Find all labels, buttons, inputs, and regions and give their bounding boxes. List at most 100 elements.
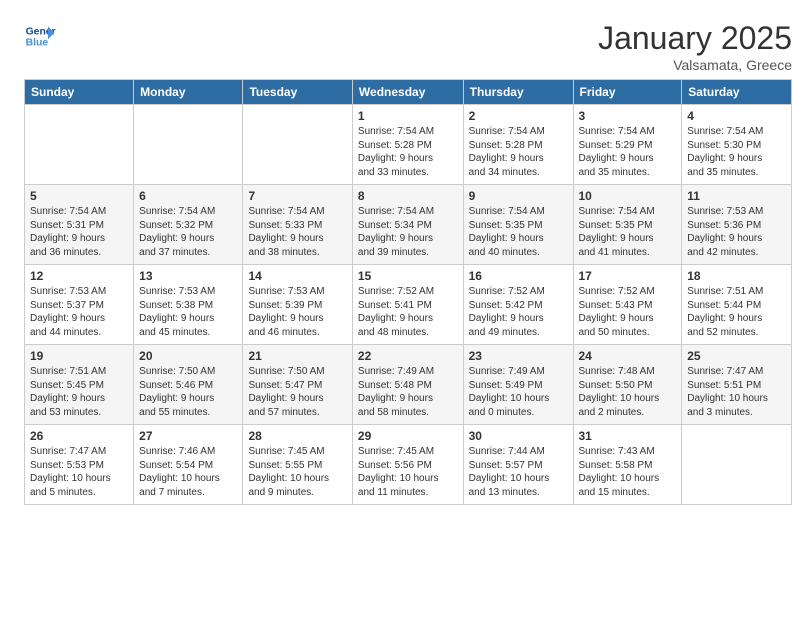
day-info: Sunrise: 7:52 AM Sunset: 5:42 PM Dayligh… bbox=[469, 285, 568, 339]
day-number: 27 bbox=[139, 429, 237, 443]
day-info: Sunrise: 7:54 AM Sunset: 5:35 PM Dayligh… bbox=[579, 205, 677, 259]
day-cell: 29 Sunrise: 7:45 AM Sunset: 5:56 PM Dayli… bbox=[352, 425, 463, 505]
day-cell: 28 Sunrise: 7:45 AM Sunset: 5:55 PM Dayli… bbox=[243, 425, 352, 505]
day-number: 18 bbox=[687, 269, 786, 283]
day-number: 29 bbox=[358, 429, 458, 443]
day-number: 7 bbox=[248, 189, 346, 203]
day-info: Sunrise: 7:49 AM Sunset: 5:49 PM Dayligh… bbox=[469, 365, 568, 419]
day-cell: 22Sunrise: 7:49 AM Sunset: 5:48 PM Dayli… bbox=[352, 345, 463, 425]
day-info: Sunrise: 7:45 AM Sunset: 5:55 PM Dayligh… bbox=[248, 445, 346, 499]
month-title: January 2025 bbox=[598, 20, 792, 57]
week-row-4: 19 Sunrise: 7:51 AM Sunset: 5:45 PM Dayli… bbox=[25, 345, 792, 425]
weekday-monday: Monday bbox=[134, 80, 243, 105]
day-cell: 26Sunrise: 7:47 AM Sunset: 5:53 PM Dayli… bbox=[25, 425, 134, 505]
weekday-wednesday: Wednesday bbox=[352, 80, 463, 105]
day-number: 23 bbox=[469, 349, 568, 363]
week-row-3: 12 Sunrise: 7:53 AM Sunset: 5:37 PM Dayli… bbox=[25, 265, 792, 345]
day-number: 28 bbox=[248, 429, 346, 443]
day-number: 1 bbox=[358, 109, 458, 123]
day-cell: 7 Sunrise: 7:54 AM Sunset: 5:33 PM Daylig… bbox=[243, 185, 352, 265]
day-number: 31 bbox=[579, 429, 677, 443]
day-info: Sunrise: 7:54 AM Sunset: 5:30 PM Dayligh… bbox=[687, 125, 786, 179]
week-row-5: 26Sunrise: 7:47 AM Sunset: 5:53 PM Dayli… bbox=[25, 425, 792, 505]
day-info: Sunrise: 7:52 AM Sunset: 5:43 PM Dayligh… bbox=[579, 285, 677, 339]
day-info: Sunrise: 7:53 AM Sunset: 5:37 PM Dayligh… bbox=[30, 285, 128, 339]
day-cell: 24Sunrise: 7:48 AM Sunset: 5:50 PM Dayli… bbox=[573, 345, 682, 425]
logo: General Blue bbox=[24, 20, 56, 52]
day-number: 20 bbox=[139, 349, 237, 363]
day-number: 9 bbox=[469, 189, 568, 203]
day-info: Sunrise: 7:52 AM Sunset: 5:41 PM Dayligh… bbox=[358, 285, 458, 339]
weekday-thursday: Thursday bbox=[463, 80, 573, 105]
day-info: Sunrise: 7:51 AM Sunset: 5:44 PM Dayligh… bbox=[687, 285, 786, 339]
page: General Blue January 2025 Valsamata, Gre… bbox=[12, 10, 792, 622]
day-number: 11 bbox=[687, 189, 786, 203]
day-cell: 1 Sunrise: 7:54 AM Sunset: 5:28 PM Daylig… bbox=[352, 105, 463, 185]
day-cell: 31 Sunrise: 7:43 AM Sunset: 5:58 PM Dayli… bbox=[573, 425, 682, 505]
day-number: 5 bbox=[30, 189, 128, 203]
day-info: Sunrise: 7:54 AM Sunset: 5:28 PM Dayligh… bbox=[469, 125, 568, 179]
day-cell: 9 Sunrise: 7:54 AM Sunset: 5:35 PM Daylig… bbox=[463, 185, 573, 265]
calendar: SundayMondayTuesdayWednesdayThursdayFrid… bbox=[24, 79, 792, 505]
day-info: Sunrise: 7:50 AM Sunset: 5:46 PM Dayligh… bbox=[139, 365, 237, 419]
day-cell: 20 Sunrise: 7:50 AM Sunset: 5:46 PM Dayli… bbox=[134, 345, 243, 425]
day-cell: 5Sunrise: 7:54 AM Sunset: 5:31 PM Daylig… bbox=[25, 185, 134, 265]
day-number: 3 bbox=[579, 109, 677, 123]
day-info: Sunrise: 7:54 AM Sunset: 5:29 PM Dayligh… bbox=[579, 125, 677, 179]
day-cell: 18 Sunrise: 7:51 AM Sunset: 5:44 PM Dayli… bbox=[682, 265, 792, 345]
day-number: 4 bbox=[687, 109, 786, 123]
day-info: Sunrise: 7:54 AM Sunset: 5:28 PM Dayligh… bbox=[358, 125, 458, 179]
day-info: Sunrise: 7:54 AM Sunset: 5:34 PM Dayligh… bbox=[358, 205, 458, 259]
day-cell: 4 Sunrise: 7:54 AM Sunset: 5:30 PM Daylig… bbox=[682, 105, 792, 185]
day-number: 16 bbox=[469, 269, 568, 283]
day-number: 12 bbox=[30, 269, 128, 283]
day-info: Sunrise: 7:47 AM Sunset: 5:51 PM Dayligh… bbox=[687, 365, 786, 419]
day-info: Sunrise: 7:50 AM Sunset: 5:47 PM Dayligh… bbox=[248, 365, 346, 419]
weekday-saturday: Saturday bbox=[682, 80, 792, 105]
day-cell: 13 Sunrise: 7:53 AM Sunset: 5:38 PM Dayli… bbox=[134, 265, 243, 345]
day-cell: 25 Sunrise: 7:47 AM Sunset: 5:51 PM Dayli… bbox=[682, 345, 792, 425]
day-number: 22 bbox=[358, 349, 458, 363]
day-info: Sunrise: 7:51 AM Sunset: 5:45 PM Dayligh… bbox=[30, 365, 128, 419]
location: Valsamata, Greece bbox=[598, 57, 792, 73]
day-cell bbox=[243, 105, 352, 185]
day-number: 14 bbox=[248, 269, 346, 283]
week-row-1: 1 Sunrise: 7:54 AM Sunset: 5:28 PM Daylig… bbox=[25, 105, 792, 185]
day-info: Sunrise: 7:44 AM Sunset: 5:57 PM Dayligh… bbox=[469, 445, 568, 499]
day-cell bbox=[25, 105, 134, 185]
day-cell: 6 Sunrise: 7:54 AM Sunset: 5:32 PM Daylig… bbox=[134, 185, 243, 265]
day-info: Sunrise: 7:54 AM Sunset: 5:32 PM Dayligh… bbox=[139, 205, 237, 259]
day-cell: 27Sunrise: 7:46 AM Sunset: 5:54 PM Dayli… bbox=[134, 425, 243, 505]
day-cell: 21 Sunrise: 7:50 AM Sunset: 5:47 PM Dayli… bbox=[243, 345, 352, 425]
svg-text:Blue: Blue bbox=[26, 38, 49, 49]
day-cell bbox=[682, 425, 792, 505]
day-number: 6 bbox=[139, 189, 237, 203]
day-info: Sunrise: 7:54 AM Sunset: 5:35 PM Dayligh… bbox=[469, 205, 568, 259]
day-cell: 14 Sunrise: 7:53 AM Sunset: 5:39 PM Dayli… bbox=[243, 265, 352, 345]
day-cell: 8 Sunrise: 7:54 AM Sunset: 5:34 PM Daylig… bbox=[352, 185, 463, 265]
day-number: 8 bbox=[358, 189, 458, 203]
day-cell: 12 Sunrise: 7:53 AM Sunset: 5:37 PM Dayli… bbox=[25, 265, 134, 345]
day-number: 19 bbox=[30, 349, 128, 363]
day-cell: 11Sunrise: 7:53 AM Sunset: 5:36 PM Dayli… bbox=[682, 185, 792, 265]
day-number: 10 bbox=[579, 189, 677, 203]
generalblue-icon: General Blue bbox=[24, 20, 56, 52]
header: General Blue January 2025 Valsamata, Gre… bbox=[24, 20, 792, 73]
day-info: Sunrise: 7:53 AM Sunset: 5:39 PM Dayligh… bbox=[248, 285, 346, 339]
day-info: Sunrise: 7:45 AM Sunset: 5:56 PM Dayligh… bbox=[358, 445, 458, 499]
day-info: Sunrise: 7:53 AM Sunset: 5:38 PM Dayligh… bbox=[139, 285, 237, 339]
day-number: 21 bbox=[248, 349, 346, 363]
weekday-header-row: SundayMondayTuesdayWednesdayThursdayFrid… bbox=[25, 80, 792, 105]
day-number: 17 bbox=[579, 269, 677, 283]
day-cell: 19 Sunrise: 7:51 AM Sunset: 5:45 PM Dayli… bbox=[25, 345, 134, 425]
day-cell: 15Sunrise: 7:52 AM Sunset: 5:41 PM Dayli… bbox=[352, 265, 463, 345]
day-cell: 10 Sunrise: 7:54 AM Sunset: 5:35 PM Dayli… bbox=[573, 185, 682, 265]
day-info: Sunrise: 7:43 AM Sunset: 5:58 PM Dayligh… bbox=[579, 445, 677, 499]
weekday-friday: Friday bbox=[573, 80, 682, 105]
weekday-tuesday: Tuesday bbox=[243, 80, 352, 105]
day-number: 25 bbox=[687, 349, 786, 363]
day-number: 13 bbox=[139, 269, 237, 283]
day-info: Sunrise: 7:48 AM Sunset: 5:50 PM Dayligh… bbox=[579, 365, 677, 419]
day-info: Sunrise: 7:47 AM Sunset: 5:53 PM Dayligh… bbox=[30, 445, 128, 499]
day-info: Sunrise: 7:54 AM Sunset: 5:33 PM Dayligh… bbox=[248, 205, 346, 259]
